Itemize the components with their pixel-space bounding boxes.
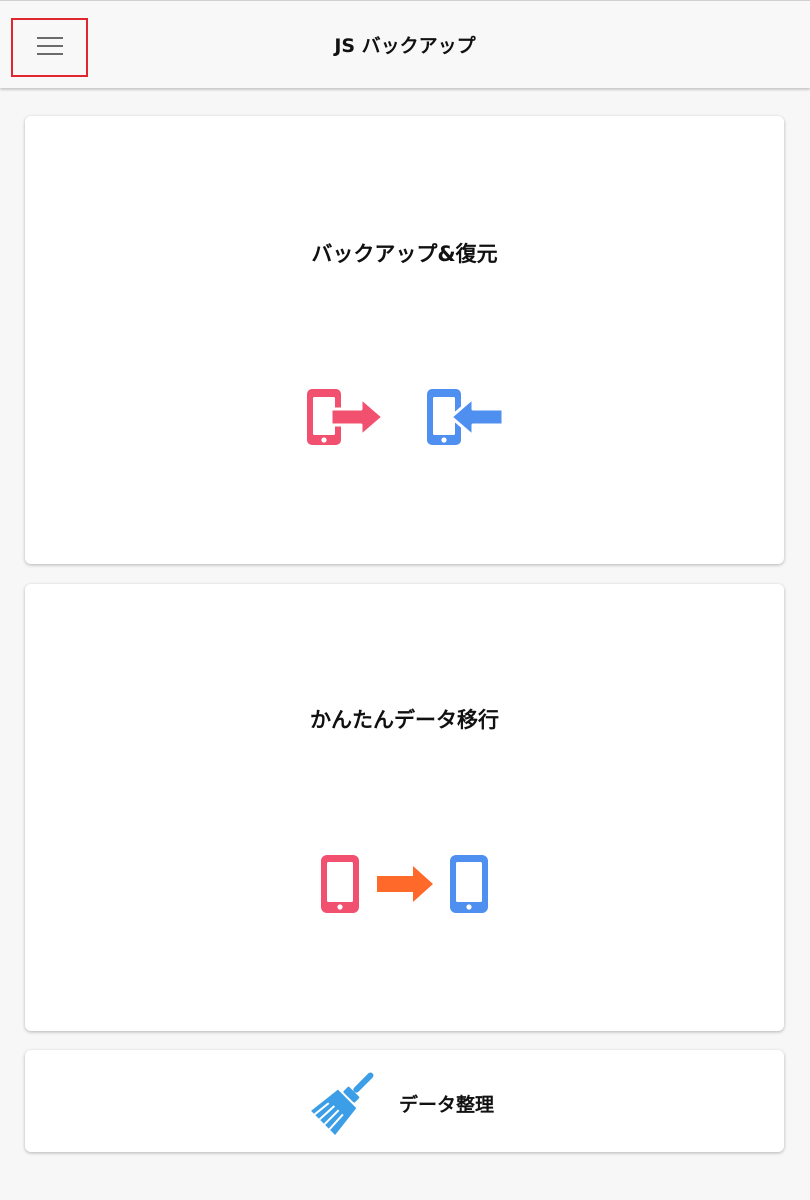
data-cleanup-card[interactable]: データ整理: [25, 1050, 784, 1152]
data-transfer-card[interactable]: かんたんデータ移行: [25, 584, 784, 1031]
phone-import-icon: [427, 389, 505, 445]
phone-target-icon: [450, 855, 488, 913]
phone-source-icon: [321, 855, 359, 913]
app-header: JS バックアップ: [0, 0, 810, 88]
backup-restore-title: バックアップ&復元: [311, 242, 498, 266]
phone-export-icon: [307, 389, 385, 445]
backup-restore-card[interactable]: バックアップ&復元: [25, 116, 784, 564]
page-title: JS バックアップ: [334, 35, 476, 57]
data-cleanup-title: データ整理: [399, 1094, 495, 1116]
transfer-arrow-icon: [377, 866, 433, 902]
data-transfer-title: かんたんデータ移行: [310, 708, 499, 732]
broom-icon: [311, 1072, 374, 1135]
